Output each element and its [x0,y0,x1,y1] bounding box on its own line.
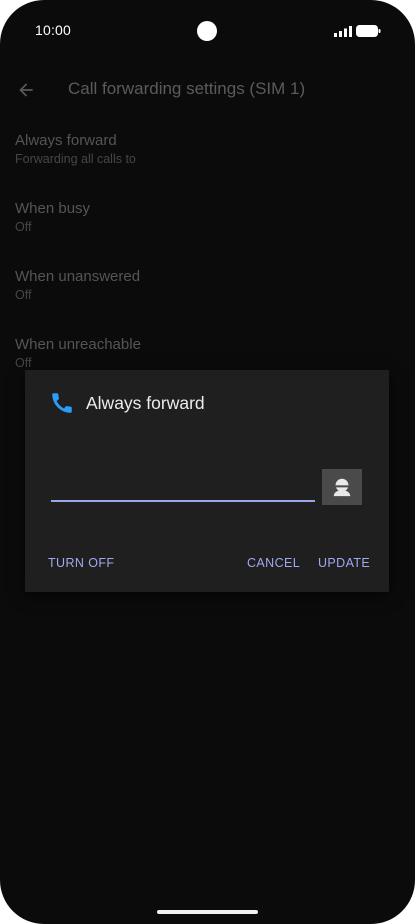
dialog-title: Always forward [86,393,205,413]
phone-icon [52,393,72,413]
cancel-button[interactable]: CANCEL [247,556,300,570]
update-button[interactable]: UPDATE [318,556,370,570]
turn-off-button[interactable]: TURN OFF [48,556,114,570]
pick-contact-button[interactable] [322,469,362,505]
gesture-nav-handle[interactable] [157,910,258,914]
phone-screen: 10:00 Call forwarding settings (SIM 1) A… [0,0,415,924]
always-forward-dialog: Always forward TURN OFF CANCEL UPDATE [25,370,389,592]
contact-icon [333,478,351,497]
forward-number-input[interactable] [51,474,315,502]
